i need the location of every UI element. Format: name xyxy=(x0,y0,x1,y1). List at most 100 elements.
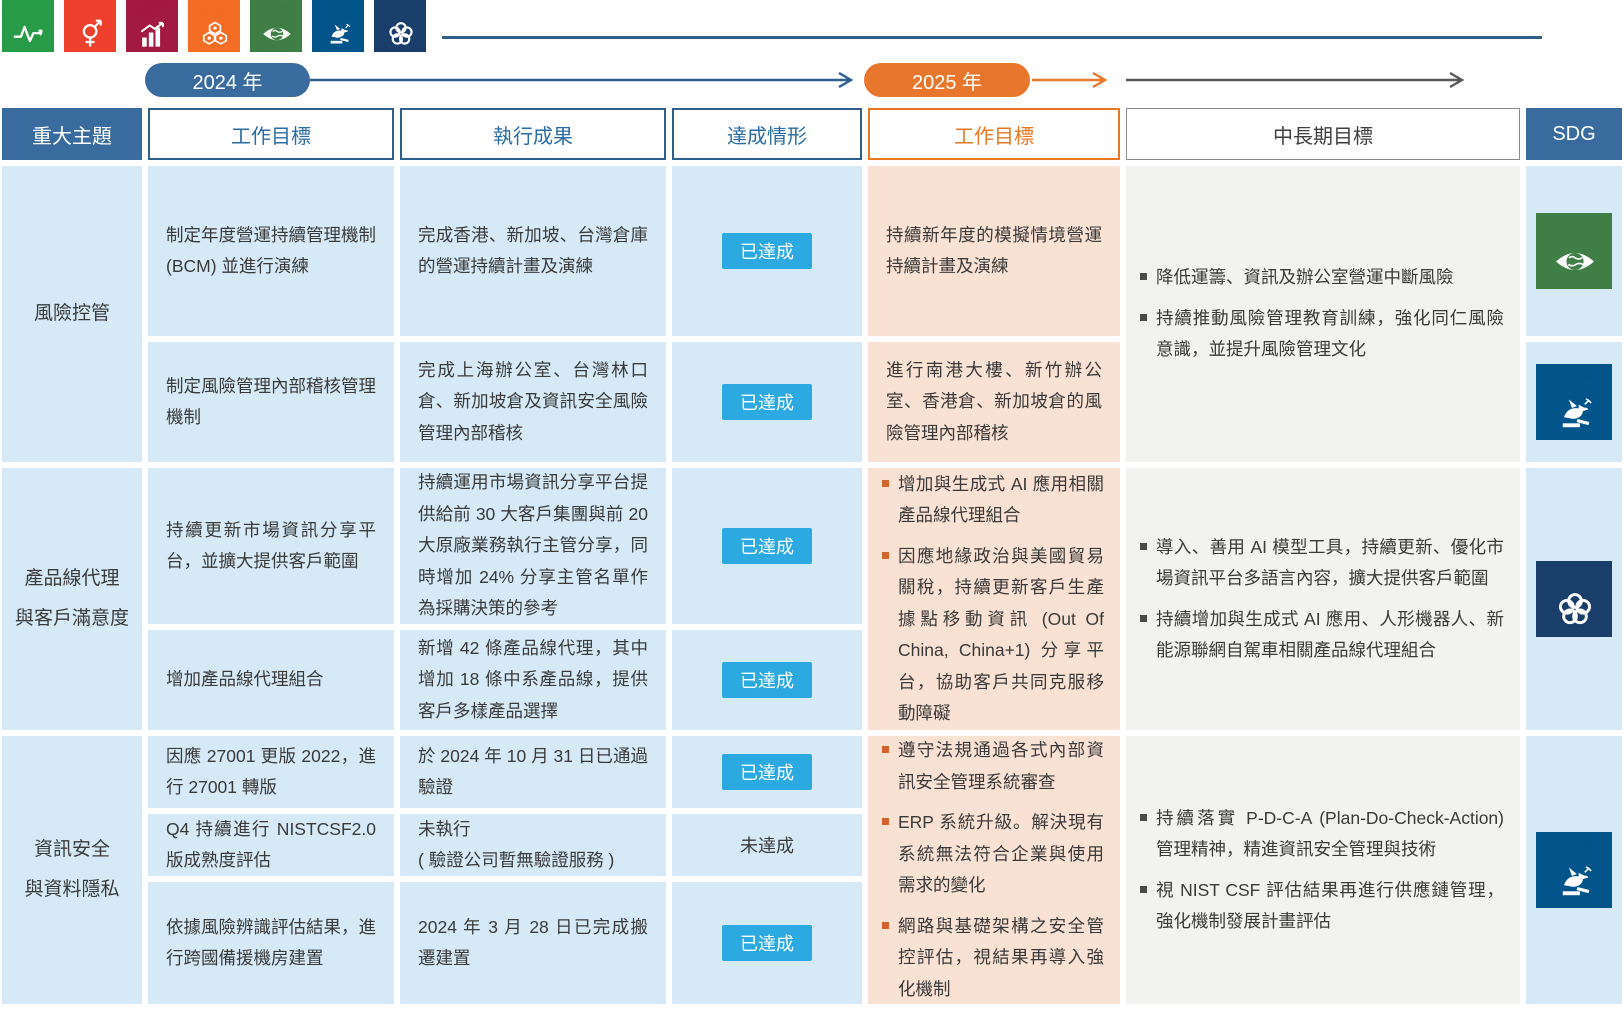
growth-chart-icon xyxy=(137,20,169,50)
theme-product-lines: 產品線代理 與客戶滿意度 xyxy=(2,468,142,730)
partnership-rings-icon xyxy=(1553,585,1597,634)
sdg-cell: 17全球夥伴 xyxy=(1526,468,1622,730)
bullet-square-icon xyxy=(1140,814,1147,821)
goal-2024-cell: 依據風險辨識評估結果，進行跨國備援機房建置 xyxy=(148,882,394,1004)
status-badge: 已達成 xyxy=(722,528,812,564)
gender-equality-icon xyxy=(75,18,107,50)
goal-2025-item: 增加與生成式 AI 應用相關產品線代理組合 xyxy=(882,469,1104,532)
bullet-square-icon xyxy=(1140,543,1147,550)
header-status: 達成情形 xyxy=(672,108,862,160)
sdg9-label: 工業、創新基礎建設 xyxy=(202,3,237,20)
result-cell: 完成香港、新加坡、台灣倉庫的營運持續計畫及演練 xyxy=(400,166,666,336)
sdg13-icon: 13氣候行動 xyxy=(1536,213,1612,289)
result-cell: 未執行( 驗證公司暫無驗證服務 ) xyxy=(400,814,666,876)
bullet-square-icon xyxy=(882,818,889,825)
sdg13-number: 13 xyxy=(254,3,271,18)
sdg9-icon: 9工業、創新基礎建設 xyxy=(188,0,240,52)
divider-line xyxy=(442,36,1542,39)
sdg16-icon: 16和平與正義制度 xyxy=(312,0,364,52)
bullet-square-icon xyxy=(1140,615,1147,622)
midterm-cell: 導入、善用 AI 模型工具，持續更新、優化市場資訊平台多語言內容，擴大提供客戶範… xyxy=(1126,468,1520,730)
status-cell: 未達成 xyxy=(672,814,862,876)
sdg16-icon: 16和平與正義制度 xyxy=(1536,832,1612,908)
dove-gavel-icon xyxy=(1553,392,1597,438)
heartbeat-icon xyxy=(13,18,45,50)
timeline-2024-pill: 2024 年 xyxy=(145,63,310,97)
goal-2025-cell: 持續新年度的模擬情境營運持續計畫及演練 xyxy=(868,166,1120,336)
theme-risk-control: 風險控管 xyxy=(2,166,142,462)
bullet-square-icon xyxy=(882,480,889,487)
timeline: 2024 年 2025 年 xyxy=(0,58,1624,104)
result-cell: 於 2024 年 10 月 31 日已通過驗證 xyxy=(400,736,666,808)
eye-globe-icon xyxy=(1553,237,1597,286)
dove-gavel-icon xyxy=(323,20,355,50)
header-midterm: 中長期目標 xyxy=(1126,108,1520,160)
midterm-item: 持續增加與生成式 AI 應用、人形機器人、新能源聯網自駕車相關產品線代理組合 xyxy=(1140,604,1504,667)
goals-table: 重大主題 工作目標 執行成果 達成情形 工作目標 中長期目標 SDG 風險控管 … xyxy=(2,108,1622,1004)
status-badge: 已達成 xyxy=(722,384,812,420)
result-cell: 完成上海辦公室、台灣林口倉、新加坡倉及資訊安全風險管理內部稽核 xyxy=(400,342,666,462)
midterm-cell: 持續落實 P-D-C-A (Plan-Do-Check-Action) 管理精神… xyxy=(1126,736,1520,1004)
sdg5-number: 5 xyxy=(68,3,76,18)
goal-2024-cell: Q4 持續進行 NISTCSF2.0 版成熟度評估 xyxy=(148,814,394,876)
sdg17-number: 17 xyxy=(378,3,395,18)
sdg17-label: 全球夥伴 xyxy=(397,3,421,13)
goal-2025-item: 網路與基礎架構之安全管控評估，視結果再導入強化機制 xyxy=(882,911,1104,1006)
midterm-item: 視 NIST CSF 評估結果再進行供應鏈管理，強化機制發展計畫評估 xyxy=(1140,875,1504,938)
theme-info-security: 資訊安全 與資料隱私 xyxy=(2,736,142,1004)
bullet-square-icon xyxy=(882,746,889,753)
sdg8-icon: 8就業與經濟成長 xyxy=(126,0,178,52)
bullet-square-icon xyxy=(1140,273,1147,280)
sdg-cell: 13氣候行動 xyxy=(1526,166,1622,336)
sdg9-number: 9 xyxy=(192,3,200,18)
status-cell: 已達成 xyxy=(672,468,862,624)
partnership-rings-icon xyxy=(385,18,417,50)
sdg13-icon: 13氣候行動 xyxy=(250,0,302,52)
status-badge: 已達成 xyxy=(722,754,812,790)
sdg17-icon: 17全球夥伴 xyxy=(374,0,426,52)
status-badge: 已達成 xyxy=(722,233,812,269)
status-cell: 已達成 xyxy=(672,630,862,730)
goal-2024-cell: 持續更新市場資訊分享平台，並擴大提供客戶範圍 xyxy=(148,468,394,624)
sdg-cell: 16和平與正義制度 xyxy=(1526,736,1622,1004)
status-cell: 已達成 xyxy=(672,166,862,336)
header-theme: 重大主題 xyxy=(2,108,142,160)
sdg-strip: 3健康與福祉 5性別平等 8就業與經濟成長 9工業、創新基礎建設 13氣候行動 … xyxy=(0,0,1624,58)
goal-2024-cell: 因應 27001 更版 2022，進行 27001 轉版 xyxy=(148,736,394,808)
status-badge: 已達成 xyxy=(722,925,812,961)
sdg8-number: 8 xyxy=(130,3,138,18)
goal-2025-item: 因應地緣政治與美國貿易關稅，持續更新客戶生產據點移動資訊 (Out Of Chi… xyxy=(882,541,1104,730)
bullet-square-icon xyxy=(882,922,889,929)
status-cell: 已達成 xyxy=(672,342,862,462)
sdg-cell: 16和平與正義制度 xyxy=(1526,342,1622,462)
goal-2025-item: ERP 系統升級。解決現有系統無法符合企業與使用需求的變化 xyxy=(882,807,1104,902)
bullet-square-icon xyxy=(1140,886,1147,893)
bullet-square-icon xyxy=(1140,314,1147,321)
header-sdg: SDG xyxy=(1526,108,1622,160)
result-cell: 持續運用市場資訊分享平台提供給前 30 大客戶集團與前 20 大原廠業務執行主管… xyxy=(400,468,666,624)
goal-2024-cell: 制定年度營運持續管理機制 (BCM) 並進行演練 xyxy=(148,166,394,336)
goal-2025-cell: 遵守法規通過各式內部資訊安全管理系統審查 ERP 系統升級。解決現有系統無法符合… xyxy=(868,736,1120,1004)
timeline-2025-pill: 2025 年 xyxy=(864,63,1030,97)
header-goal-2025: 工作目標 xyxy=(868,108,1120,160)
goal-2025-item: 遵守法規通過各式內部資訊安全管理系統審查 xyxy=(882,735,1104,798)
sdg16-icon: 16和平與正義制度 xyxy=(1536,364,1612,440)
sdg3-label: 健康與福祉 xyxy=(16,3,46,13)
goal-2025-cell: 進行南港大樓、新竹辦公室、香港倉、新加坡倉的風險管理內部稽核 xyxy=(868,342,1120,462)
goal-2024-cell: 制定風險管理內部稽核管理機制 xyxy=(148,342,394,462)
header-goal-2024: 工作目標 xyxy=(148,108,394,160)
sdg8-label: 就業與經濟成長 xyxy=(140,3,175,20)
sdg5-label: 性別平等 xyxy=(78,3,102,13)
status-badge: 已達成 xyxy=(722,662,812,698)
report-page: 3健康與福祉 5性別平等 8就業與經濟成長 9工業、創新基礎建設 13氣候行動 … xyxy=(0,0,1624,1010)
midterm-item: 持續推動風險管理教育訓練，強化同仁風險意識，並提升風險管理文化 xyxy=(1140,303,1504,366)
header-result: 執行成果 xyxy=(400,108,666,160)
dove-gavel-icon xyxy=(1553,860,1597,906)
sdg13-label: 氣候行動 xyxy=(273,3,297,13)
midterm-item: 降低運籌、資訊及辦公室營運中斷風險 xyxy=(1140,262,1504,294)
status-text: 未達成 xyxy=(740,832,794,858)
midterm-cell: 降低運籌、資訊及辦公室營運中斷風險 持續推動風險管理教育訓練，強化同仁風險意識，… xyxy=(1126,166,1520,462)
result-cell: 2024 年 3 月 28 日已完成搬遷建置 xyxy=(400,882,666,1004)
status-cell: 已達成 xyxy=(672,736,862,808)
building-blocks-icon xyxy=(199,20,231,50)
